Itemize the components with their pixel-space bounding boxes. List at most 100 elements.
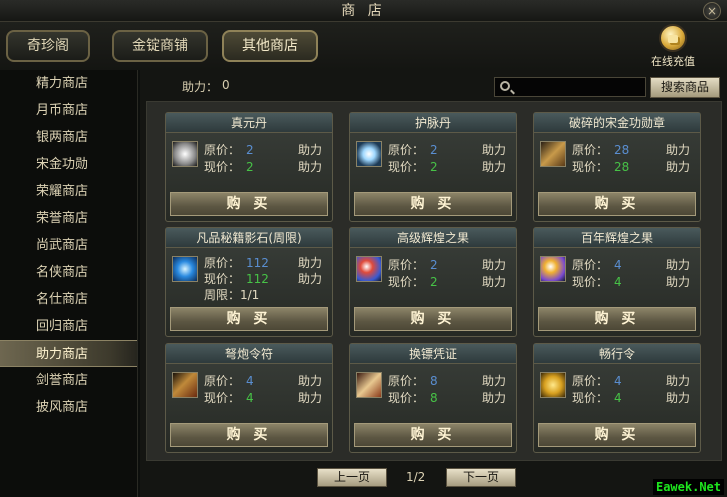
shop-item-card: 破碎的宋金功勋章 原价： 28 助力 现价： 28 助力购 买 [533, 112, 701, 222]
sidebar-item[interactable]: 名侠商店 [0, 259, 137, 286]
current-price-value: 8 [430, 391, 438, 405]
close-button[interactable]: × [703, 2, 721, 20]
buy-button[interactable]: 购 买 [538, 423, 696, 447]
crossbow-token-icon[interactable] [172, 372, 198, 398]
fruit-gold-icon[interactable] [540, 256, 566, 282]
sidebar-item[interactable]: 助力商店 [0, 340, 137, 367]
current-price-row: 现价： 2 [388, 158, 438, 175]
glow-orb-icon[interactable] [356, 141, 382, 167]
next-page-button[interactable]: 下一页 [446, 468, 516, 487]
help-points-value: 0 [222, 78, 230, 92]
current-price-row: 现价： 2 [388, 273, 438, 290]
item-name: 破碎的宋金功勋章 [534, 113, 700, 133]
search-icon [500, 81, 510, 91]
original-price-label: 原价： [204, 256, 241, 270]
dice-icon[interactable] [172, 141, 198, 167]
buy-button[interactable]: 购 买 [354, 423, 512, 447]
original-price-currency: 助力 [297, 374, 322, 388]
item-name: 弩炮令符 [166, 344, 332, 364]
current-price-currency: 助力 [481, 160, 506, 174]
sidebar-item[interactable]: 银两商店 [0, 124, 137, 151]
escort-voucher-icon[interactable] [356, 372, 382, 398]
fruit-icon[interactable] [356, 256, 382, 282]
current-price-currency: 助力 [481, 391, 506, 405]
shop-sidebar: 精力商店 月币商店 银两商店 宋金功勋 荣耀商店 荣誉商店 尚武商店 名侠商店 名仕商店 回归商店… [0, 70, 138, 497]
shop-item-card: 高级辉煌之果 原价： 2 助力 现价： 2 助力购 买 [349, 227, 517, 337]
item-name: 换镖凭证 [350, 344, 516, 364]
sidebar-item[interactable]: 宋金功勋 [0, 151, 137, 178]
current-price-row: 现价： 2 [204, 158, 254, 175]
blue-crystal-icon[interactable] [172, 256, 198, 282]
pagination: 上一页 1/2 下一页 [140, 466, 727, 490]
sidebar-item[interactable]: 荣誉商店 [0, 205, 137, 232]
search-box [494, 77, 646, 97]
search-input[interactable] [515, 79, 643, 95]
sidebar-item[interactable]: 披风商店 [0, 394, 137, 421]
watermark: Eawek.Net [652, 479, 724, 495]
sidebar-item[interactable]: 荣耀商店 [0, 178, 137, 205]
current-price-currency: 助力 [481, 275, 506, 289]
original-price-row: 原价： 4 [572, 372, 622, 389]
pass-token-icon[interactable] [540, 372, 566, 398]
current-price-currency: 助力 [665, 160, 690, 174]
sidebar-item[interactable]: 月币商店 [0, 97, 137, 124]
current-price-value: 2 [430, 160, 438, 174]
current-price-value: 112 [246, 272, 269, 286]
search-button[interactable]: 搜索商品 [650, 77, 720, 98]
buy-button[interactable]: 购 买 [354, 192, 512, 216]
original-price-currency: 助力 [481, 374, 506, 388]
current-price-value: 2 [246, 160, 254, 174]
current-price-label: 现价： [572, 391, 609, 405]
current-price-row: 现价： 112 [204, 270, 269, 287]
current-price-row: 现价： 4 [572, 389, 622, 406]
item-name: 凡品秘籍影石(周限) [166, 228, 332, 248]
current-price-currency: 助力 [297, 160, 322, 174]
sidebar-item[interactable]: 回归商店 [0, 313, 137, 340]
original-price-row: 原价： 28 [572, 141, 629, 158]
item-name: 高级辉煌之果 [350, 228, 516, 248]
original-price-currency: 助力 [297, 256, 322, 270]
sidebar-item[interactable]: 尚武商店 [0, 232, 137, 259]
recharge-button[interactable]: 在线充值 [645, 24, 701, 68]
original-price-currency: 助力 [665, 258, 690, 272]
current-price-value: 4 [614, 391, 622, 405]
original-price-row: 原价： 112 [204, 254, 269, 271]
shop-item-card: 换镖凭证 原价： 8 助力 现价： 8 助力购 买 [349, 343, 517, 453]
broken-medal-icon[interactable] [540, 141, 566, 167]
tab-treasure-pavilion[interactable]: 奇珍阁 [6, 30, 90, 62]
prev-page-button[interactable]: 上一页 [317, 468, 387, 487]
buy-button[interactable]: 购 买 [170, 307, 328, 331]
sidebar-item[interactable]: 精力商店 [0, 70, 137, 97]
original-price-label: 原价： [572, 374, 609, 388]
current-price-row: 现价： 4 [572, 273, 622, 290]
buy-button[interactable]: 购 买 [170, 192, 328, 216]
current-price-label: 现价： [388, 275, 425, 289]
original-price-label: 原价： [388, 374, 425, 388]
original-price-row: 原价： 4 [204, 372, 254, 389]
item-name: 畅行令 [534, 344, 700, 364]
buy-button[interactable]: 购 买 [170, 423, 328, 447]
current-price-value: 4 [246, 391, 254, 405]
current-price-label: 现价： [572, 160, 609, 174]
original-price-currency: 助力 [481, 143, 506, 157]
original-price-currency: 助力 [665, 374, 690, 388]
item-grid: 真元丹 原价： 2 助力 现价： 2 助力购 买护脉丹 原价： 2 助力 现价： 2 助力购 买破碎的宋… [146, 101, 722, 461]
shop-item-card: 凡品秘籍影石(周限) 原价： 112 助力 现价： 112 助力 周限：1/1 购 买 [165, 227, 333, 337]
current-price-label: 现价： [388, 391, 425, 405]
original-price-value: 112 [246, 256, 269, 270]
shop-tab-bar: 奇珍阁 金锭商铺 其他商店 在线充值 [0, 22, 727, 70]
buy-button[interactable]: 购 买 [538, 307, 696, 331]
original-price-value: 2 [246, 143, 254, 157]
sidebar-item[interactable]: 剑誉商店 [0, 367, 137, 394]
tab-other-shops[interactable]: 其他商店 [222, 30, 318, 62]
sidebar-item[interactable]: 名仕商店 [0, 286, 137, 313]
shop-item-card: 百年辉煌之果 原价： 4 助力 现价： 4 助力购 买 [533, 227, 701, 337]
tab-gold-ingot-shop[interactable]: 金锭商铺 [112, 30, 208, 62]
shop-item-card: 畅行令 原价： 4 助力 现价： 4 助力购 买 [533, 343, 701, 453]
original-price-value: 2 [430, 258, 438, 272]
original-price-currency: 助力 [481, 258, 506, 272]
buy-button[interactable]: 购 买 [538, 192, 696, 216]
current-price-value: 4 [614, 275, 622, 289]
buy-button[interactable]: 购 买 [354, 307, 512, 331]
original-price-currency: 助力 [665, 143, 690, 157]
